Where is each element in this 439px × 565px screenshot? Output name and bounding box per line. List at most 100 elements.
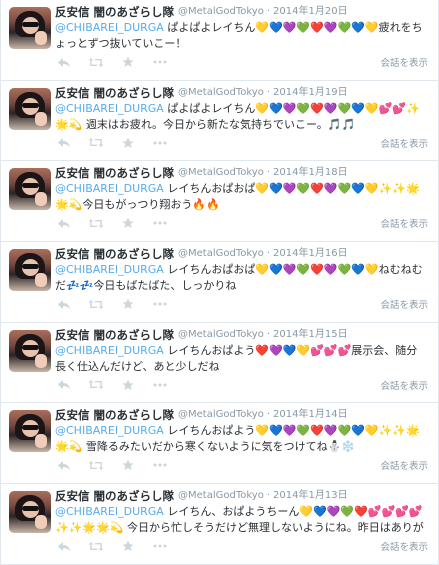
tweet-actions: [55, 378, 183, 392]
avatar[interactable]: [9, 87, 51, 130]
fullname[interactable]: 反安信 闇のあざらし隊: [55, 246, 174, 262]
username[interactable]: @MetalGodTokyo: [178, 165, 264, 181]
avatar[interactable]: [9, 168, 51, 211]
view-conversation-link[interactable]: 会話を表示: [380, 136, 428, 150]
reply-icon[interactable]: [55, 136, 73, 150]
tweet-text: @CHIBAREI_DURGA レイちんおぱおぱ💛💙💜💚❤️💜💚💙💛ねむねむだ💤…: [55, 262, 427, 294]
tweet-text: @CHIBAREI_DURGA レイちんおぱおぱ💛💙💜💚❤️💜💚💙💛✨✨🌟🌟💫今…: [55, 181, 427, 213]
tweet-actions: [55, 136, 183, 150]
reply-icon[interactable]: [55, 539, 73, 553]
separator: ·: [266, 328, 271, 340]
retweet-icon[interactable]: [87, 378, 105, 392]
tweet[interactable]: 反安信 闇のあざらし隊 @MetalGodTokyo · 2014年1月20日 …: [1, 0, 438, 81]
username[interactable]: @MetalGodTokyo: [178, 85, 264, 101]
tweet-text: @CHIBAREI_DURGA ぱよぱよレイちん💛💙💜💚❤️💜💚💙💛💕💕✨🌟💫 …: [55, 101, 427, 133]
favorite-star-icon[interactable]: [119, 55, 137, 69]
timestamp[interactable]: 2014年1月18日: [273, 165, 348, 181]
tweet-header: 反安信 闇のあざらし隊 @MetalGodTokyo · 2014年1月20日: [55, 4, 430, 20]
retweet-icon[interactable]: [87, 458, 105, 472]
mention-link[interactable]: @CHIBAREI_DURGA: [55, 182, 164, 195]
tweet[interactable]: 反安信 闇のあざらし隊 @MetalGodTokyo · 2014年1月15日 …: [1, 323, 438, 404]
favorite-star-icon[interactable]: [119, 297, 137, 311]
reply-icon[interactable]: [55, 55, 73, 69]
retweet-icon[interactable]: [87, 216, 105, 230]
fullname[interactable]: 反安信 闇のあざらし隊: [55, 407, 174, 423]
timestamp[interactable]: 2014年1月15日: [273, 327, 348, 343]
tweet-actions: [55, 216, 183, 230]
favorite-star-icon[interactable]: [119, 378, 137, 392]
tweet[interactable]: 反安信 闇のあざらし隊 @MetalGodTokyo · 2014年1月16日 …: [1, 242, 438, 323]
tweet[interactable]: 反安信 闇のあざらし隊 @MetalGodTokyo · 2014年1月13日 …: [1, 484, 438, 565]
fullname[interactable]: 反安信 闇のあざらし隊: [55, 488, 174, 504]
avatar[interactable]: [9, 491, 51, 534]
avatar[interactable]: [9, 410, 51, 453]
timestamp[interactable]: 2014年1月16日: [273, 246, 348, 262]
mention-link[interactable]: @CHIBAREI_DURGA: [55, 21, 164, 34]
mention-link[interactable]: @CHIBAREI_DURGA: [55, 102, 164, 115]
retweet-icon[interactable]: [87, 136, 105, 150]
more-dots-icon[interactable]: [151, 458, 169, 472]
tweet-header: 反安信 闇のあざらし隊 @MetalGodTokyo · 2014年1月13日: [55, 488, 430, 504]
view-conversation-link[interactable]: 会話を表示: [380, 216, 428, 230]
tweet-header: 反安信 闇のあざらし隊 @MetalGodTokyo · 2014年1月18日: [55, 165, 430, 181]
tweet-text: @CHIBAREI_DURGA レイちんおぱよう💛💙💜💚❤️💜💚💙💛✨✨🌟🌟💫 …: [55, 423, 427, 455]
favorite-star-icon[interactable]: [119, 136, 137, 150]
tweet-header: 反安信 闇のあざらし隊 @MetalGodTokyo · 2014年1月19日: [55, 85, 430, 101]
fullname[interactable]: 反安信 闇のあざらし隊: [55, 327, 174, 343]
view-conversation-link[interactable]: 会話を表示: [380, 378, 428, 392]
tweet[interactable]: 反安信 闇のあざらし隊 @MetalGodTokyo · 2014年1月14日 …: [1, 403, 438, 485]
separator: ·: [266, 409, 271, 421]
tweet-actions: [55, 458, 183, 472]
separator: ·: [266, 86, 271, 98]
favorite-star-icon[interactable]: [119, 539, 137, 553]
fullname[interactable]: 反安信 闇のあざらし隊: [55, 165, 174, 181]
favorite-star-icon[interactable]: [119, 216, 137, 230]
timestamp[interactable]: 2014年1月13日: [273, 488, 348, 504]
more-dots-icon[interactable]: [151, 216, 169, 230]
more-dots-icon[interactable]: [151, 539, 169, 553]
retweet-icon[interactable]: [87, 297, 105, 311]
timestamp[interactable]: 2014年1月20日: [273, 4, 348, 20]
more-dots-icon[interactable]: [151, 378, 169, 392]
fullname[interactable]: 反安信 闇のあざらし隊: [55, 4, 174, 20]
view-conversation-link[interactable]: 会話を表示: [380, 539, 428, 553]
tweet-header: 反安信 闇のあざらし隊 @MetalGodTokyo · 2014年1月15日: [55, 327, 430, 343]
timeline: 反安信 闇のあざらし隊 @MetalGodTokyo · 2014年1月20日 …: [0, 0, 439, 565]
fullname[interactable]: 反安信 闇のあざらし隊: [55, 85, 174, 101]
timestamp[interactable]: 2014年1月14日: [273, 407, 348, 423]
view-conversation-link[interactable]: 会話を表示: [380, 55, 428, 69]
username[interactable]: @MetalGodTokyo: [178, 246, 264, 262]
retweet-icon[interactable]: [87, 55, 105, 69]
reply-icon[interactable]: [55, 216, 73, 230]
tweet-header: 反安信 闇のあざらし隊 @MetalGodTokyo · 2014年1月16日: [55, 246, 430, 262]
tweet-actions: [55, 539, 183, 553]
more-dots-icon[interactable]: [151, 136, 169, 150]
tweet[interactable]: 反安信 闇のあざらし隊 @MetalGodTokyo · 2014年1月18日 …: [1, 161, 438, 243]
username[interactable]: @MetalGodTokyo: [178, 4, 264, 20]
retweet-icon[interactable]: [87, 539, 105, 553]
timestamp[interactable]: 2014年1月19日: [273, 85, 348, 101]
view-conversation-link[interactable]: 会話を表示: [380, 297, 428, 311]
more-dots-icon[interactable]: [151, 297, 169, 311]
more-dots-icon[interactable]: [151, 55, 169, 69]
separator: ·: [266, 490, 271, 502]
mention-link[interactable]: @CHIBAREI_DURGA: [55, 505, 164, 518]
tweet-text: @CHIBAREI_DURGA レイちん、おぱようちーん💛💙💜💚❤️💕💕💕💕✨✨…: [55, 504, 427, 536]
mention-link[interactable]: @CHIBAREI_DURGA: [55, 344, 164, 357]
avatar[interactable]: [9, 249, 51, 292]
view-conversation-link[interactable]: 会話を表示: [380, 458, 428, 472]
username[interactable]: @MetalGodTokyo: [178, 488, 264, 504]
username[interactable]: @MetalGodTokyo: [178, 327, 264, 343]
tweet[interactable]: 反安信 闇のあざらし隊 @MetalGodTokyo · 2014年1月19日 …: [1, 81, 438, 162]
reply-icon[interactable]: [55, 458, 73, 472]
username[interactable]: @MetalGodTokyo: [178, 407, 264, 423]
favorite-star-icon[interactable]: [119, 458, 137, 472]
tweet-text: @CHIBAREI_DURGA レイちんおぱよう❤️💜💙💛💕💕💕展示会、随分長く…: [55, 343, 427, 375]
avatar[interactable]: [9, 7, 51, 49]
mention-link[interactable]: @CHIBAREI_DURGA: [55, 263, 164, 276]
avatar[interactable]: [9, 329, 51, 372]
reply-icon[interactable]: [55, 378, 73, 392]
reply-icon[interactable]: [55, 297, 73, 311]
mention-link[interactable]: @CHIBAREI_DURGA: [55, 424, 164, 437]
tweet-text: @CHIBAREI_DURGA ぱよぱよレイちん💛💙💜💚❤️💜💚💙💛疲れをちょっ…: [55, 20, 427, 52]
